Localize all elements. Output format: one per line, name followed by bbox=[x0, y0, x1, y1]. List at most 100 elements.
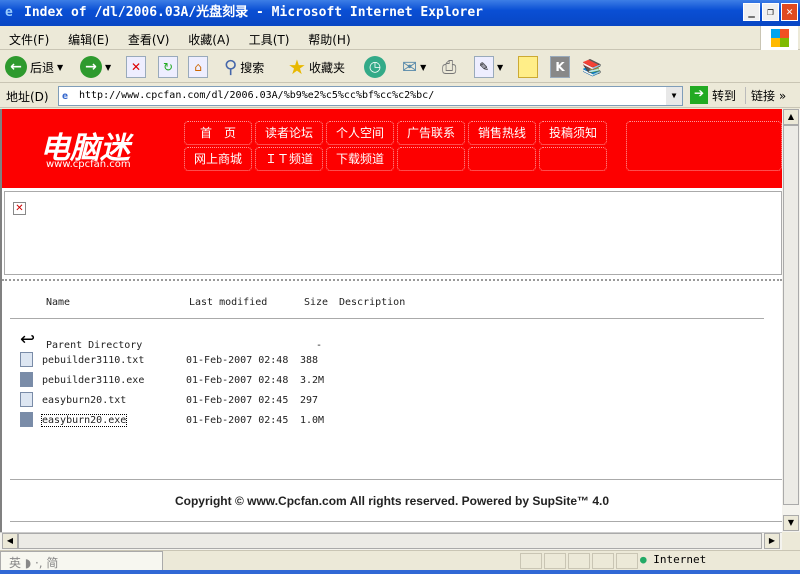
edit-button[interactable]: ✎ ▼ bbox=[474, 55, 503, 79]
nav-home[interactable]: 首 页 bbox=[184, 121, 252, 145]
nav-box-right bbox=[626, 121, 782, 171]
home-button[interactable]: ⌂ bbox=[188, 55, 208, 79]
edit-icon: ✎ bbox=[474, 56, 494, 78]
forward-button[interactable]: → ▼ bbox=[80, 55, 111, 79]
site-banner: 电脑迷 www.cpcfan.com 首 页 读者论坛 个人空间 广告联系 销售… bbox=[2, 109, 782, 188]
nav-forum[interactable]: 读者论坛 bbox=[255, 121, 323, 145]
file-size: 388 bbox=[300, 355, 319, 366]
search-button[interactable]: ⚲ 搜索 bbox=[224, 55, 264, 79]
exe-file-icon bbox=[20, 372, 33, 387]
back-arrow-icon: ↩ bbox=[20, 329, 36, 350]
toolbar: ← 后退 ▼ → ▼ ✕ ↻ ⌂ ⚲ 搜索 ★ 收藏夹 ◷ ✉ ▼ ⎙ ✎ ▼ K 📚 bbox=[0, 51, 800, 83]
file-size: 1.0M bbox=[300, 415, 325, 426]
nav-download[interactable]: 下载频道 bbox=[326, 147, 394, 171]
search-label: 搜索 bbox=[240, 60, 265, 75]
scroll-down-icon[interactable]: ▼ bbox=[783, 515, 799, 531]
file-date: 01-Feb-2007 02:45 bbox=[186, 415, 289, 426]
scroll-right-icon[interactable]: ▶ bbox=[764, 533, 780, 549]
go-button[interactable]: ➔ 转到 bbox=[690, 86, 736, 104]
menu-tools[interactable]: 工具(T) bbox=[240, 26, 290, 48]
vertical-scrollbar[interactable]: ▲ ▼ bbox=[782, 109, 800, 532]
restore-button[interactable]: ❐ bbox=[762, 3, 779, 21]
ime-status: 英 ◗ ·, 简 bbox=[9, 556, 59, 570]
col-size[interactable]: Size bbox=[304, 297, 328, 308]
k-button[interactable]: K bbox=[550, 55, 570, 79]
menu-help[interactable]: 帮助(H) bbox=[299, 26, 350, 48]
scroll-left-icon[interactable]: ◀ bbox=[2, 533, 18, 549]
address-dropdown-icon[interactable]: ▼ bbox=[666, 87, 682, 105]
divider bbox=[2, 279, 782, 282]
file-row: pebuilder3110.txt 01-Feb-2007 02:48 388 bbox=[20, 352, 420, 370]
status-cell bbox=[592, 553, 614, 569]
links-button[interactable]: 链接 » bbox=[745, 87, 786, 104]
file-link[interactable]: easyburn20.txt bbox=[42, 395, 126, 406]
refresh-button[interactable]: ↻ bbox=[158, 55, 178, 79]
back-label: 后退 bbox=[30, 60, 55, 75]
scroll-thumb[interactable] bbox=[18, 533, 762, 549]
scroll-up-icon[interactable]: ▲ bbox=[783, 109, 799, 125]
stop-button[interactable]: ✕ bbox=[126, 55, 146, 79]
col-modified[interactable]: Last modified bbox=[189, 297, 267, 308]
horizontal-scrollbar[interactable]: ◀ ▶ bbox=[0, 532, 782, 550]
col-name[interactable]: Name bbox=[46, 297, 70, 308]
go-label: 转到 bbox=[712, 88, 737, 103]
page-content: 电脑迷 www.cpcfan.com 首 页 读者论坛 个人空间 广告联系 销售… bbox=[0, 109, 782, 532]
divider bbox=[10, 521, 782, 522]
file-date: 01-Feb-2007 02:48 bbox=[186, 355, 289, 366]
ime-toolbar[interactable]: 英 ◗ ·, 简 bbox=[0, 551, 163, 571]
parent-link[interactable]: Parent Directory bbox=[46, 340, 142, 351]
address-bar: 地址(D) e http://www.cpcfan.com/dl/2006.03A… bbox=[0, 84, 800, 108]
notes-button[interactable] bbox=[518, 55, 538, 79]
print-button[interactable]: ⎙ bbox=[442, 55, 456, 79]
status-cell bbox=[616, 553, 638, 569]
window-title: Index of /dl/2006.03A/光盘刻录 - Microsoft I… bbox=[24, 5, 483, 20]
menu-view[interactable]: 查看(V) bbox=[119, 26, 170, 48]
nav-sales[interactable]: 销售热线 bbox=[468, 121, 536, 145]
nav-shop[interactable]: 网上商城 bbox=[184, 147, 252, 171]
windows-logo-icon bbox=[760, 26, 798, 50]
broken-image-icon: ✕ bbox=[13, 202, 26, 215]
file-link[interactable]: pebuilder3110.txt bbox=[42, 355, 144, 366]
mail-button[interactable]: ✉ ▼ bbox=[402, 55, 426, 79]
text-file-icon bbox=[20, 392, 33, 407]
k-icon: K bbox=[550, 56, 570, 78]
status-cell bbox=[520, 553, 542, 569]
nav-empty bbox=[468, 147, 536, 171]
nav-ads[interactable]: 广告联系 bbox=[397, 121, 465, 145]
back-button[interactable]: ← 后退 ▼ bbox=[5, 55, 63, 79]
col-description[interactable]: Description bbox=[339, 297, 405, 308]
links-label: 链接 bbox=[751, 89, 776, 103]
forward-arrow-icon: → bbox=[80, 56, 102, 78]
stop-icon: ✕ bbox=[126, 56, 146, 78]
menu-file[interactable]: 文件(F) bbox=[0, 26, 49, 48]
status-bar: 英 ◗ ·, 简 ● Internet bbox=[0, 550, 800, 571]
title-bar: e Index of /dl/2006.03A/光盘刻录 - Microsoft… bbox=[0, 0, 800, 26]
dropdown-arrow-icon: ▼ bbox=[497, 62, 504, 72]
file-link[interactable]: easyburn20.exe bbox=[40, 414, 128, 427]
security-zone: ● Internet bbox=[640, 553, 706, 566]
nav-submit[interactable]: 投稿须知 bbox=[539, 121, 607, 145]
search-icon: ⚲ bbox=[224, 56, 238, 78]
nav-space[interactable]: 个人空间 bbox=[326, 121, 394, 145]
dropdown-arrow-icon: ▼ bbox=[420, 62, 427, 72]
research-button[interactable]: 📚 bbox=[582, 55, 602, 79]
status-cell bbox=[568, 553, 590, 569]
minimize-button[interactable]: _ bbox=[743, 3, 760, 21]
menu-favorites[interactable]: 收藏(A) bbox=[179, 26, 230, 48]
file-row: easyburn20.txt 01-Feb-2007 02:45 297 bbox=[20, 392, 420, 410]
favorites-button[interactable]: ★ 收藏夹 bbox=[288, 55, 345, 79]
close-button[interactable]: ✕ bbox=[781, 3, 798, 21]
go-arrow-icon: ➔ bbox=[690, 86, 708, 104]
address-input[interactable]: e http://www.cpcfan.com/dl/2006.03A/%b9%e… bbox=[58, 86, 683, 106]
history-button[interactable]: ◷ bbox=[364, 55, 386, 79]
history-icon: ◷ bbox=[364, 56, 386, 78]
file-date: 01-Feb-2007 02:45 bbox=[186, 395, 289, 406]
status-cell bbox=[544, 553, 566, 569]
file-link[interactable]: pebuilder3110.exe bbox=[42, 375, 144, 386]
nav-it[interactable]: ＩＴ频道 bbox=[255, 147, 323, 171]
dropdown-arrow-icon: ▼ bbox=[105, 62, 112, 72]
ad-area: ✕ bbox=[4, 191, 782, 275]
menu-edit[interactable]: 编辑(E) bbox=[59, 26, 109, 48]
scroll-thumb[interactable] bbox=[783, 125, 799, 505]
refresh-icon: ↻ bbox=[158, 56, 178, 78]
